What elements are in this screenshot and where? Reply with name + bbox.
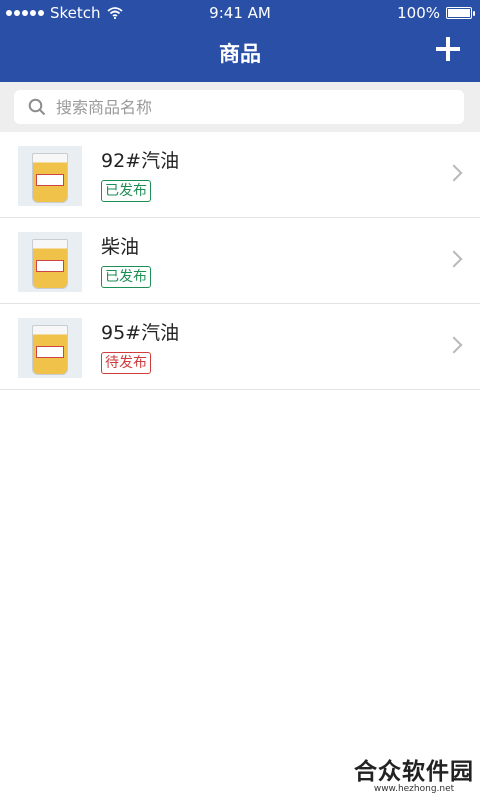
battery-percent: 100% [397,4,440,22]
product-name: 92#汽油 [101,150,180,172]
status-bar: Sketch 9:41 AM 100% [0,0,480,27]
list-item[interactable]: 柴油 已发布 [0,218,480,304]
chevron-right-icon [445,164,463,182]
search-input[interactable] [54,96,438,118]
chevron-right-icon [445,250,463,268]
status-badge: 已发布 [101,180,151,202]
watermark-title: 合众软件园 [354,759,474,785]
add-product-button[interactable] [436,37,460,61]
status-badge: 待发布 [101,352,151,374]
list-item[interactable]: 95#汽油 待发布 [0,304,480,390]
top-bar: Sketch 9:41 AM 100% 商品 [0,0,480,82]
product-thumbnail [18,146,82,206]
product-name: 95#汽油 [101,322,180,344]
chevron-right-icon [445,336,463,354]
page-title: 商品 [219,42,261,66]
product-thumbnail [18,232,82,292]
product-name: 柴油 [101,236,140,258]
product-list: 92#汽油 已发布 柴油 已发布 95#汽油 待发布 [0,132,480,390]
battery-icon [446,7,475,19]
search-icon [28,98,46,116]
list-item[interactable]: 92#汽油 已发布 [0,132,480,218]
status-badge: 已发布 [101,266,151,288]
product-thumbnail [18,318,82,378]
watermark: 合众软件园 www.hezhong.net [354,752,474,794]
search-area [0,82,480,132]
search-box[interactable] [14,90,464,124]
